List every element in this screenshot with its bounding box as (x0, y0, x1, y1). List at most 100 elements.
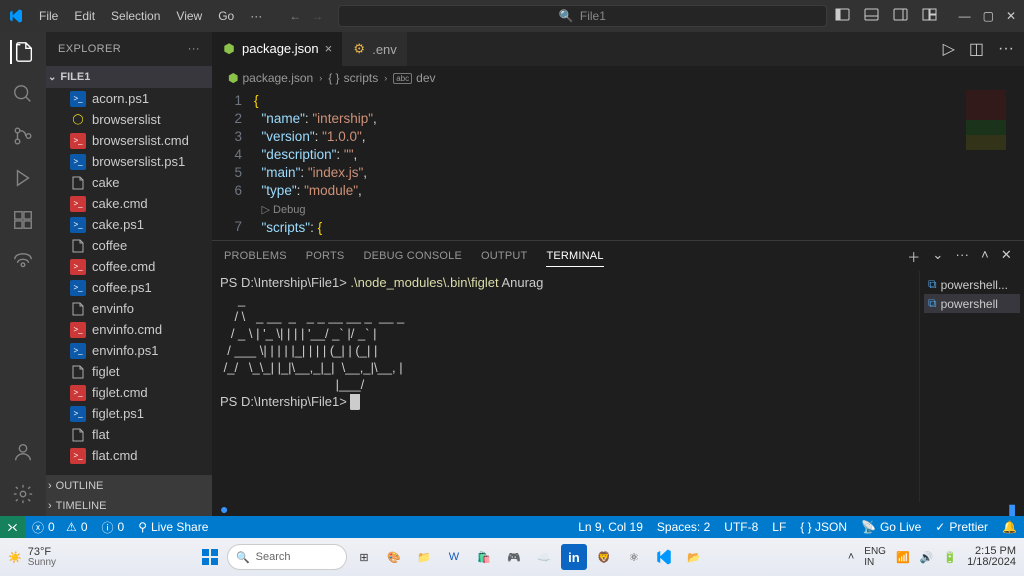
tray-volume-icon[interactable]: 🔊 (920, 551, 934, 564)
start-icon[interactable] (197, 544, 223, 570)
menu-file[interactable]: File (32, 5, 65, 27)
tab-package-json[interactable]: ⬢ package.json × (212, 32, 342, 66)
task-view-icon[interactable]: ⊞ (351, 544, 377, 570)
run-icon[interactable]: ▷ (943, 39, 955, 59)
chatgpt-icon[interactable]: ⚛ (621, 544, 647, 570)
split-editor-icon[interactable]: ◫ (969, 39, 984, 59)
terminal-more-icon[interactable]: ··· (956, 243, 970, 270)
status-go-live[interactable]: 📡Go Live (854, 516, 928, 538)
panel-tab-debug-console[interactable]: DEBUG CONSOLE (363, 246, 462, 266)
onedrive-icon[interactable]: ☁️ (531, 544, 557, 570)
menu-view[interactable]: View (169, 5, 209, 27)
more-icon[interactable]: ··· (998, 40, 1014, 58)
status-errors[interactable]: ⓧ0 ⚠0 (25, 516, 95, 538)
timeline-section[interactable]: ›TIMELINE (46, 496, 212, 516)
activity-run-debug-icon[interactable] (11, 166, 35, 190)
minimap[interactable] (966, 90, 1006, 240)
file-item[interactable]: >_coffee.cmd (46, 256, 212, 277)
file-item[interactable]: >_envinfo.ps1 (46, 340, 212, 361)
window-maximize-icon[interactable]: ▢ (983, 9, 994, 23)
taskbar-weather[interactable]: ☀️ 73°F Sunny (8, 547, 56, 568)
code-editor[interactable]: 1234567 { "name": "intership", "version"… (212, 90, 1024, 240)
file-item[interactable]: cake (46, 172, 212, 193)
breadcrumb-item[interactable]: dev (416, 71, 435, 85)
close-icon[interactable]: × (325, 41, 333, 56)
tray-language[interactable]: ENGIN (864, 546, 886, 568)
file-item[interactable]: >_envinfo.cmd (46, 319, 212, 340)
activity-source-control-icon[interactable] (11, 124, 35, 148)
activity-settings-icon[interactable] (11, 482, 35, 506)
breadcrumbs[interactable]: ⬢ package.json › { } scripts › abc dev (212, 66, 1024, 90)
status-prettier[interactable]: ✓Prettier (928, 516, 995, 538)
window-close-icon[interactable]: ✕ (1006, 9, 1016, 23)
layout-panel-bottom-icon[interactable] (864, 7, 879, 25)
nav-forward-icon[interactable]: → (311, 9, 323, 23)
brave-icon[interactable]: 🦁 (591, 544, 617, 570)
vscode-icon[interactable] (651, 544, 677, 570)
window-minimize-icon[interactable]: — (959, 9, 971, 23)
panel-tab-terminal[interactable]: TERMINAL (546, 246, 603, 267)
code-content[interactable]: { "name": "intership", "version": "1.0.0… (254, 90, 377, 240)
layout-panel-left-icon[interactable] (835, 7, 850, 25)
tray-clock[interactable]: 2:15 PM 1/18/2024 (967, 546, 1016, 568)
panel-tab-ports[interactable]: PORTS (306, 246, 345, 266)
terminal-dropdown-icon[interactable]: ⌄ (932, 243, 943, 270)
xbox-icon[interactable]: 🎮 (501, 544, 527, 570)
status-encoding[interactable]: UTF-8 (717, 516, 765, 538)
status-live-share[interactable]: ⚲Live Share (131, 516, 215, 538)
panel-tab-output[interactable]: OUTPUT (481, 246, 527, 266)
file-item[interactable]: >_cake.ps1 (46, 214, 212, 235)
tray-battery-icon[interactable]: 🔋 (943, 551, 957, 564)
file-item[interactable]: >_cake.cmd (46, 193, 212, 214)
file-item[interactable]: flat (46, 424, 212, 445)
file-item[interactable]: >_flat.cmd (46, 445, 212, 466)
panel-close-icon[interactable]: ✕ (1001, 243, 1012, 270)
activity-account-icon[interactable] (11, 440, 35, 464)
menu-overflow[interactable]: ··· (243, 5, 269, 27)
file-item[interactable]: >_browserslist.cmd (46, 130, 212, 151)
folder-root[interactable]: ⌄ FILE1 (46, 66, 212, 88)
status-indent[interactable]: Spaces: 2 (650, 516, 717, 538)
file-item[interactable]: figlet (46, 361, 212, 382)
file-item[interactable]: >_figlet.cmd (46, 382, 212, 403)
activity-extensions-icon[interactable] (11, 208, 35, 232)
activity-search-icon[interactable] (11, 82, 35, 106)
explorer-more-icon[interactable]: ··· (188, 43, 200, 55)
status-eol[interactable]: LF (765, 516, 793, 538)
file-item[interactable]: ◯browserslist (46, 109, 212, 130)
status-notifications[interactable]: 🔔 (995, 516, 1024, 538)
breadcrumb-item[interactable]: scripts (344, 71, 379, 85)
activity-explorer-icon[interactable] (10, 40, 34, 64)
status-ports[interactable]: ⓘ0 (95, 516, 132, 538)
remote-indicator[interactable] (0, 516, 25, 538)
breadcrumb-item[interactable]: package.json (242, 71, 313, 85)
tab-env[interactable]: ⚙ .env (342, 32, 407, 66)
panel-maximize-icon[interactable]: ˄ (981, 243, 989, 270)
menu-edit[interactable]: Edit (67, 5, 102, 27)
command-center[interactable]: 🔍 File1 (338, 5, 826, 27)
menu-go[interactable]: Go (211, 5, 241, 27)
widgets-icon[interactable]: 🎨 (381, 544, 407, 570)
folder-icon[interactable]: 📂 (681, 544, 707, 570)
file-item[interactable]: >_coffee.ps1 (46, 277, 212, 298)
panel-tab-problems[interactable]: PROBLEMS (224, 246, 287, 266)
outline-section[interactable]: ›OUTLINE (46, 476, 212, 496)
word-icon[interactable]: W (441, 544, 467, 570)
file-item[interactable]: coffee (46, 235, 212, 256)
file-item[interactable]: >_figlet.ps1 (46, 403, 212, 424)
activity-remote-icon[interactable] (11, 250, 35, 274)
layout-panel-right-icon[interactable] (893, 7, 908, 25)
taskbar-search[interactable]: 🔍Search (227, 544, 347, 570)
file-item[interactable]: envinfo (46, 298, 212, 319)
file-item[interactable]: >_browserslist.ps1 (46, 151, 212, 172)
terminal-tab[interactable]: ⧉powershell... (924, 275, 1020, 294)
tray-chevron-icon[interactable]: ˄ (848, 551, 854, 563)
layout-customize-icon[interactable] (922, 7, 937, 25)
status-language[interactable]: { } JSON (793, 516, 854, 538)
terminal-tab[interactable]: ⧉powershell (924, 294, 1020, 313)
file-item[interactable]: >_acorn.ps1 (46, 88, 212, 109)
menu-selection[interactable]: Selection (104, 5, 167, 27)
tray-wifi-icon[interactable]: 📶 (896, 551, 910, 564)
explorer-icon[interactable]: 📁 (411, 544, 437, 570)
new-terminal-icon[interactable]: ＋ (907, 243, 920, 270)
